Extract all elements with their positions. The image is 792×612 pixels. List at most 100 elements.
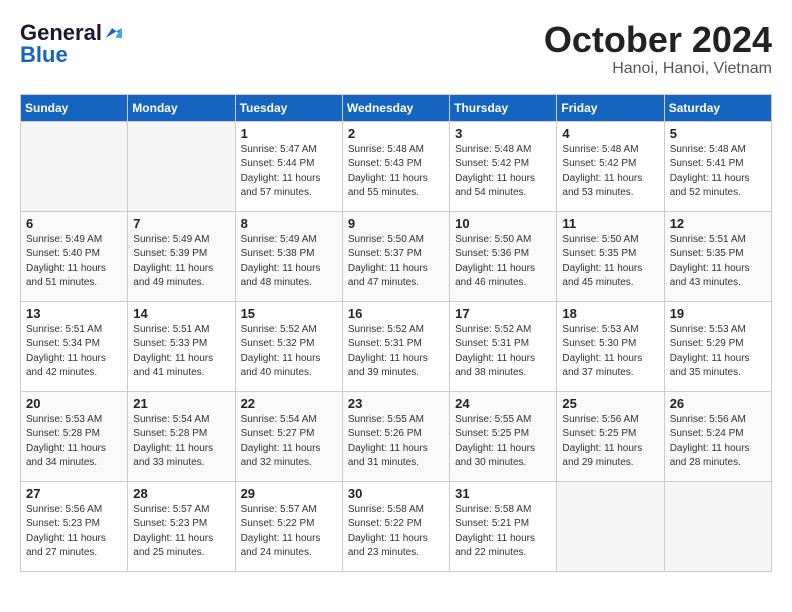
header-day-sunday: Sunday — [21, 94, 128, 121]
day-info: Sunrise: 5:48 AMSunset: 5:42 PMDaylight:… — [562, 144, 642, 199]
day-number: 6 — [26, 216, 122, 231]
day-info: Sunrise: 5:47 AMSunset: 5:44 PMDaylight:… — [241, 144, 321, 199]
calendar-cell: 5 Sunrise: 5:48 AMSunset: 5:41 PMDayligh… — [664, 121, 771, 211]
calendar-cell: 22 Sunrise: 5:54 AMSunset: 5:27 PMDaylig… — [235, 391, 342, 481]
day-info: Sunrise: 5:48 AMSunset: 5:42 PMDaylight:… — [455, 144, 535, 199]
calendar-week-5: 27 Sunrise: 5:56 AMSunset: 5:23 PMDaylig… — [21, 481, 772, 571]
calendar-cell: 24 Sunrise: 5:55 AMSunset: 5:25 PMDaylig… — [450, 391, 557, 481]
day-info: Sunrise: 5:58 AMSunset: 5:21 PMDaylight:… — [455, 504, 535, 559]
day-info: Sunrise: 5:55 AMSunset: 5:26 PMDaylight:… — [348, 414, 428, 469]
day-info: Sunrise: 5:52 AMSunset: 5:32 PMDaylight:… — [241, 324, 321, 379]
day-info: Sunrise: 5:57 AMSunset: 5:23 PMDaylight:… — [133, 504, 213, 559]
calendar-cell: 3 Sunrise: 5:48 AMSunset: 5:42 PMDayligh… — [450, 121, 557, 211]
calendar-cell: 6 Sunrise: 5:49 AMSunset: 5:40 PMDayligh… — [21, 211, 128, 301]
day-number: 8 — [241, 216, 337, 231]
calendar-cell: 10 Sunrise: 5:50 AMSunset: 5:36 PMDaylig… — [450, 211, 557, 301]
calendar-cell: 29 Sunrise: 5:57 AMSunset: 5:22 PMDaylig… — [235, 481, 342, 571]
page-header: General Blue October 2024 Hanoi, Hanoi, … — [20, 20, 772, 78]
day-info: Sunrise: 5:49 AMSunset: 5:40 PMDaylight:… — [26, 234, 106, 289]
calendar-cell: 19 Sunrise: 5:53 AMSunset: 5:29 PMDaylig… — [664, 301, 771, 391]
day-number: 12 — [670, 216, 766, 231]
day-info: Sunrise: 5:50 AMSunset: 5:37 PMDaylight:… — [348, 234, 428, 289]
day-info: Sunrise: 5:50 AMSunset: 5:36 PMDaylight:… — [455, 234, 535, 289]
calendar-cell: 18 Sunrise: 5:53 AMSunset: 5:30 PMDaylig… — [557, 301, 664, 391]
calendar-cell: 8 Sunrise: 5:49 AMSunset: 5:38 PMDayligh… — [235, 211, 342, 301]
day-number: 10 — [455, 216, 551, 231]
calendar-cell: 1 Sunrise: 5:47 AMSunset: 5:44 PMDayligh… — [235, 121, 342, 211]
day-info: Sunrise: 5:51 AMSunset: 5:33 PMDaylight:… — [133, 324, 213, 379]
day-number: 4 — [562, 126, 658, 141]
header-day-tuesday: Tuesday — [235, 94, 342, 121]
calendar-cell: 26 Sunrise: 5:56 AMSunset: 5:24 PMDaylig… — [664, 391, 771, 481]
title-block: October 2024 Hanoi, Hanoi, Vietnam — [544, 20, 772, 78]
calendar-cell: 15 Sunrise: 5:52 AMSunset: 5:32 PMDaylig… — [235, 301, 342, 391]
day-info: Sunrise: 5:51 AMSunset: 5:34 PMDaylight:… — [26, 324, 106, 379]
day-info: Sunrise: 5:58 AMSunset: 5:22 PMDaylight:… — [348, 504, 428, 559]
calendar-cell: 31 Sunrise: 5:58 AMSunset: 5:21 PMDaylig… — [450, 481, 557, 571]
calendar-week-4: 20 Sunrise: 5:53 AMSunset: 5:28 PMDaylig… — [21, 391, 772, 481]
day-number: 11 — [562, 216, 658, 231]
day-info: Sunrise: 5:49 AMSunset: 5:38 PMDaylight:… — [241, 234, 321, 289]
day-number: 15 — [241, 306, 337, 321]
calendar-cell: 4 Sunrise: 5:48 AMSunset: 5:42 PMDayligh… — [557, 121, 664, 211]
day-number: 14 — [133, 306, 229, 321]
logo-blue: Blue — [20, 42, 68, 68]
day-info: Sunrise: 5:52 AMSunset: 5:31 PMDaylight:… — [455, 324, 535, 379]
calendar-cell: 25 Sunrise: 5:56 AMSunset: 5:25 PMDaylig… — [557, 391, 664, 481]
calendar-cell: 16 Sunrise: 5:52 AMSunset: 5:31 PMDaylig… — [342, 301, 449, 391]
day-info: Sunrise: 5:48 AMSunset: 5:43 PMDaylight:… — [348, 144, 428, 199]
day-number: 22 — [241, 396, 337, 411]
day-info: Sunrise: 5:56 AMSunset: 5:24 PMDaylight:… — [670, 414, 750, 469]
day-info: Sunrise: 5:57 AMSunset: 5:22 PMDaylight:… — [241, 504, 321, 559]
calendar-cell: 7 Sunrise: 5:49 AMSunset: 5:39 PMDayligh… — [128, 211, 235, 301]
day-number: 29 — [241, 486, 337, 501]
header-day-wednesday: Wednesday — [342, 94, 449, 121]
day-number: 30 — [348, 486, 444, 501]
calendar-cell: 23 Sunrise: 5:55 AMSunset: 5:26 PMDaylig… — [342, 391, 449, 481]
calendar-week-2: 6 Sunrise: 5:49 AMSunset: 5:40 PMDayligh… — [21, 211, 772, 301]
day-info: Sunrise: 5:54 AMSunset: 5:28 PMDaylight:… — [133, 414, 213, 469]
month-title: October 2024 — [544, 20, 772, 60]
calendar-cell: 20 Sunrise: 5:53 AMSunset: 5:28 PMDaylig… — [21, 391, 128, 481]
calendar-cell: 27 Sunrise: 5:56 AMSunset: 5:23 PMDaylig… — [21, 481, 128, 571]
day-number: 24 — [455, 396, 551, 411]
day-number: 19 — [670, 306, 766, 321]
calendar-cell: 9 Sunrise: 5:50 AMSunset: 5:37 PMDayligh… — [342, 211, 449, 301]
calendar-cell — [128, 121, 235, 211]
day-number: 13 — [26, 306, 122, 321]
day-number: 17 — [455, 306, 551, 321]
calendar-cell: 30 Sunrise: 5:58 AMSunset: 5:22 PMDaylig… — [342, 481, 449, 571]
day-number: 16 — [348, 306, 444, 321]
day-number: 20 — [26, 396, 122, 411]
logo-icon — [104, 26, 122, 40]
day-number: 1 — [241, 126, 337, 141]
day-info: Sunrise: 5:50 AMSunset: 5:35 PMDaylight:… — [562, 234, 642, 289]
calendar-cell — [557, 481, 664, 571]
day-number: 25 — [562, 396, 658, 411]
location-title: Hanoi, Hanoi, Vietnam — [544, 60, 772, 78]
day-info: Sunrise: 5:48 AMSunset: 5:41 PMDaylight:… — [670, 144, 750, 199]
day-info: Sunrise: 5:54 AMSunset: 5:27 PMDaylight:… — [241, 414, 321, 469]
day-info: Sunrise: 5:56 AMSunset: 5:25 PMDaylight:… — [562, 414, 642, 469]
calendar-cell: 2 Sunrise: 5:48 AMSunset: 5:43 PMDayligh… — [342, 121, 449, 211]
header-day-friday: Friday — [557, 94, 664, 121]
day-info: Sunrise: 5:52 AMSunset: 5:31 PMDaylight:… — [348, 324, 428, 379]
header-day-saturday: Saturday — [664, 94, 771, 121]
day-number: 26 — [670, 396, 766, 411]
day-number: 21 — [133, 396, 229, 411]
calendar-table: SundayMondayTuesdayWednesdayThursdayFrid… — [20, 94, 772, 572]
day-number: 27 — [26, 486, 122, 501]
calendar-cell: 13 Sunrise: 5:51 AMSunset: 5:34 PMDaylig… — [21, 301, 128, 391]
calendar-cell: 11 Sunrise: 5:50 AMSunset: 5:35 PMDaylig… — [557, 211, 664, 301]
day-info: Sunrise: 5:53 AMSunset: 5:30 PMDaylight:… — [562, 324, 642, 379]
calendar-week-1: 1 Sunrise: 5:47 AMSunset: 5:44 PMDayligh… — [21, 121, 772, 211]
logo: General Blue — [20, 20, 122, 68]
day-number: 5 — [670, 126, 766, 141]
calendar-header: SundayMondayTuesdayWednesdayThursdayFrid… — [21, 94, 772, 121]
calendar-cell: 28 Sunrise: 5:57 AMSunset: 5:23 PMDaylig… — [128, 481, 235, 571]
day-number: 7 — [133, 216, 229, 231]
calendar-week-3: 13 Sunrise: 5:51 AMSunset: 5:34 PMDaylig… — [21, 301, 772, 391]
day-number: 28 — [133, 486, 229, 501]
day-info: Sunrise: 5:56 AMSunset: 5:23 PMDaylight:… — [26, 504, 106, 559]
day-info: Sunrise: 5:53 AMSunset: 5:28 PMDaylight:… — [26, 414, 106, 469]
